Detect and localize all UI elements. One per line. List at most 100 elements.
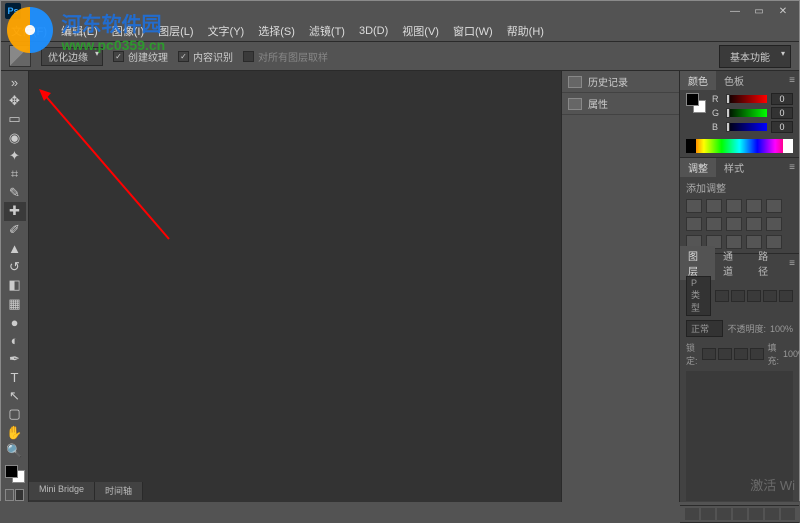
history-panel-tab[interactable]: 历史记录: [562, 71, 679, 93]
brush-tool[interactable]: ✐: [4, 221, 26, 239]
foreground-color[interactable]: [5, 465, 18, 478]
current-tool-icon[interactable]: [9, 45, 31, 67]
menu-filter[interactable]: 滤镜(T): [303, 21, 351, 41]
value-r[interactable]: 0: [771, 93, 793, 105]
adj-curves-icon[interactable]: [726, 199, 742, 213]
lock-label: 锁定:: [686, 341, 698, 367]
type-tool[interactable]: T: [4, 368, 26, 386]
adj-levels-icon[interactable]: [706, 199, 722, 213]
opacity-label: 不透明度:: [727, 322, 766, 335]
fill-value[interactable]: 100%: [783, 349, 800, 359]
gradient-tool[interactable]: ▦: [4, 294, 26, 312]
tab-color[interactable]: 颜色: [680, 71, 716, 90]
option-sample-all-layers[interactable]: 对所有图层取样: [243, 49, 328, 64]
move-tool[interactable]: ✥: [4, 91, 26, 109]
menu-layer[interactable]: 图层(L): [152, 21, 199, 41]
layer-mask-icon[interactable]: [717, 508, 731, 520]
menu-help[interactable]: 帮助(H): [501, 21, 550, 41]
option-refine-edge[interactable]: 优化边缘: [41, 47, 103, 66]
menu-image[interactable]: 图像(I): [106, 21, 150, 41]
filter-pixel-icon[interactable]: [715, 290, 729, 302]
menu-type[interactable]: 文字(Y): [202, 21, 251, 41]
lock-trans-icon[interactable]: [702, 348, 716, 360]
adj-brightness-icon[interactable]: [686, 199, 702, 213]
lock-pixel-icon[interactable]: [718, 348, 732, 360]
crop-tool[interactable]: ⌗: [4, 165, 26, 183]
panel-menu-icon[interactable]: ≡: [785, 258, 799, 269]
panel-menu-icon[interactable]: ≡: [785, 162, 799, 173]
value-g[interactable]: 0: [771, 107, 793, 119]
opacity-value[interactable]: 100%: [770, 324, 793, 334]
adj-photofilter-icon[interactable]: [746, 217, 762, 231]
adj-colorbalance-icon[interactable]: [706, 217, 722, 231]
marquee-tool[interactable]: ▭: [4, 110, 26, 128]
option-create-texture[interactable]: ✓创建纹理: [113, 49, 168, 64]
adj-bw-icon[interactable]: [726, 217, 742, 231]
dodge-tool[interactable]: ◐: [4, 331, 26, 349]
minimize-button[interactable]: —: [723, 3, 747, 19]
adj-hue-icon[interactable]: [686, 217, 702, 231]
blend-mode-select[interactable]: 正常: [686, 320, 723, 337]
lock-pos-icon[interactable]: [734, 348, 748, 360]
healing-brush-tool[interactable]: ✚: [4, 202, 26, 220]
filter-adjust-icon[interactable]: [731, 290, 745, 302]
foreground-background-swatch[interactable]: [5, 465, 25, 483]
tab-mini-bridge[interactable]: Mini Bridge: [29, 482, 95, 500]
new-adjustment-icon[interactable]: [733, 508, 747, 520]
value-b[interactable]: 0: [771, 121, 793, 133]
workspace-switcher[interactable]: 基本功能: [719, 45, 791, 68]
blur-tool[interactable]: ●: [4, 313, 26, 331]
tab-swatches[interactable]: 色板: [716, 71, 752, 90]
lasso-tool[interactable]: ◉: [4, 128, 26, 146]
shape-tool[interactable]: ▢: [4, 405, 26, 423]
quick-mask-toggle[interactable]: [5, 489, 25, 502]
collapse-icon[interactable]: »: [4, 73, 26, 91]
delete-layer-icon[interactable]: [781, 508, 795, 520]
properties-panel-tab[interactable]: 属性: [562, 93, 679, 115]
menu-3d[interactable]: 3D(D): [353, 23, 394, 39]
menu-view[interactable]: 视图(V): [396, 21, 445, 41]
filter-type-icon[interactable]: [747, 290, 761, 302]
eraser-tool[interactable]: ◧: [4, 276, 26, 294]
tools-panel: » ✥ ▭ ◉ ✦ ⌗ ✎ ✚ ✐ ▲ ↺ ◧ ▦ ● ◐ ✒ T ↖ ▢ ✋ …: [1, 71, 29, 502]
adj-channelmixer-icon[interactable]: [766, 217, 782, 231]
eyedropper-tool[interactable]: ✎: [4, 184, 26, 202]
menu-select[interactable]: 选择(S): [252, 21, 301, 41]
pen-tool[interactable]: ✒: [4, 350, 26, 368]
tab-styles[interactable]: 样式: [716, 158, 752, 177]
lock-all-icon[interactable]: [750, 348, 764, 360]
slider-b[interactable]: [726, 123, 767, 131]
menu-edit[interactable]: 编辑(E): [55, 21, 104, 41]
slider-g[interactable]: [726, 109, 767, 117]
panel-menu-icon[interactable]: ≡: [785, 75, 799, 86]
slider-r[interactable]: [726, 95, 767, 103]
history-brush-tool[interactable]: ↺: [4, 258, 26, 276]
stamp-tool[interactable]: ▲: [4, 239, 26, 257]
menu-window[interactable]: 窗口(W): [447, 21, 499, 41]
tab-timeline[interactable]: 时间轴: [95, 482, 143, 500]
layers-footer: [680, 505, 799, 522]
maximize-button[interactable]: ▭: [747, 3, 771, 19]
canvas[interactable]: [29, 71, 561, 502]
menu-file[interactable]: 文件(F): [5, 21, 53, 41]
color-fgbg-swatch[interactable]: [686, 93, 706, 113]
adj-vibrance-icon[interactable]: [766, 199, 782, 213]
link-layers-icon[interactable]: [685, 508, 699, 520]
filter-smart-icon[interactable]: [779, 290, 793, 302]
hand-tool[interactable]: ✋: [4, 424, 26, 442]
close-button[interactable]: ✕: [771, 3, 795, 19]
filter-shape-icon[interactable]: [763, 290, 777, 302]
adj-exposure-icon[interactable]: [746, 199, 762, 213]
path-tool[interactable]: ↖: [4, 387, 26, 405]
title-bar: Ps — ▭ ✕: [1, 1, 799, 21]
new-group-icon[interactable]: [749, 508, 763, 520]
layer-fx-icon[interactable]: [701, 508, 715, 520]
zoom-tool[interactable]: 🔍: [4, 442, 26, 460]
layer-filter-kind[interactable]: P 类型: [686, 276, 711, 316]
new-layer-icon[interactable]: [765, 508, 779, 520]
color-spectrum[interactable]: [686, 139, 793, 153]
option-content-aware[interactable]: ✓内容识别: [178, 49, 233, 64]
right-panel-dock: 颜色 色板 ≡ R0 G0 B0 调整 样式 ≡: [679, 71, 799, 502]
wand-tool[interactable]: ✦: [4, 147, 26, 165]
tab-adjustments[interactable]: 调整: [680, 158, 716, 177]
